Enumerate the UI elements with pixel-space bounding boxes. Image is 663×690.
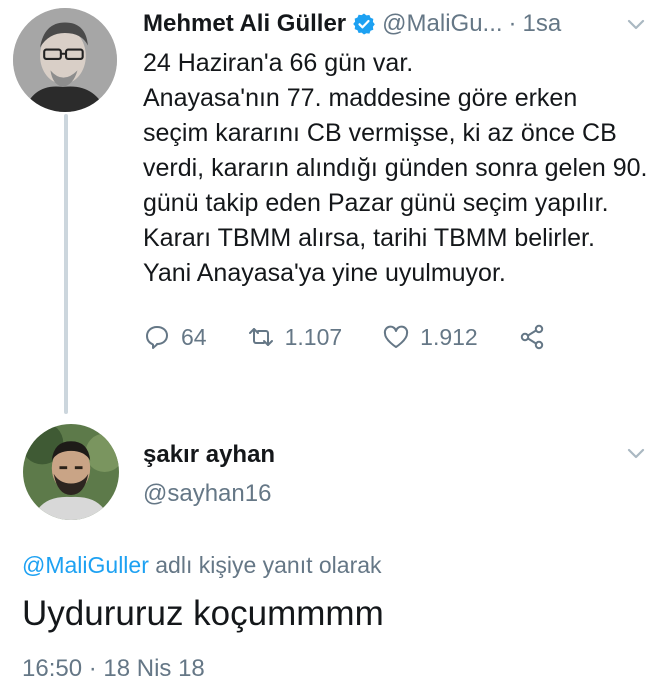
retweet-count: 1.107	[284, 323, 343, 350]
tweet-time[interactable]: 1sa	[523, 10, 562, 38]
thread-line	[64, 114, 68, 414]
chevron-down-icon[interactable]	[624, 12, 648, 36]
heart-icon	[384, 325, 409, 348]
tweet-text: 24 Haziran'a 66 gün var. Anayasa'nın 77.…	[143, 49, 648, 287]
chevron-down-icon[interactable]	[624, 441, 648, 465]
like-count: 1.912	[420, 323, 478, 350]
avatar-image	[23, 424, 119, 520]
author-handle[interactable]: @MaliGu...	[382, 10, 502, 38]
retweet-button[interactable]: 1.107	[247, 323, 343, 351]
separator: ·	[508, 10, 517, 37]
reply-context: @MaliGuller adlı kişiye yanıt olarak	[22, 552, 382, 579]
verified-badge-icon	[352, 12, 376, 36]
share-button[interactable]	[518, 323, 546, 351]
avatar-image	[13, 8, 117, 112]
reply-button[interactable]: 64	[143, 323, 207, 351]
author-name[interactable]: Mehmet Ali Güller	[143, 10, 346, 38]
share-icon	[520, 324, 543, 350]
author-name[interactable]: şakır ayhan	[143, 441, 275, 469]
retweet-icon	[248, 328, 273, 346]
avatar[interactable]	[13, 8, 117, 112]
tweet-header: Mehmet Ali Güller @MaliGu... · 1sa	[143, 6, 648, 42]
reply-icon	[146, 326, 168, 349]
tweet-actions: 64 1.107 1.912	[143, 319, 648, 355]
avatar[interactable]	[23, 424, 119, 520]
tweet-timestamp[interactable]: 16:50 · 18 Nis 18	[22, 655, 205, 683]
reply-mention-link[interactable]: @MaliGuller	[22, 552, 149, 578]
reply-count: 64	[181, 323, 207, 350]
tweet-main: Mehmet Ali Güller @MaliGu... · 1sa 24 Ha…	[143, 6, 648, 355]
reply-context-text: adlı kişiye yanıt olarak	[148, 552, 382, 578]
like-button[interactable]: 1.912	[382, 323, 478, 351]
author-handle[interactable]: @sayhan16	[143, 480, 271, 508]
tweet-text: Uydururuz koçummmm	[22, 594, 384, 633]
